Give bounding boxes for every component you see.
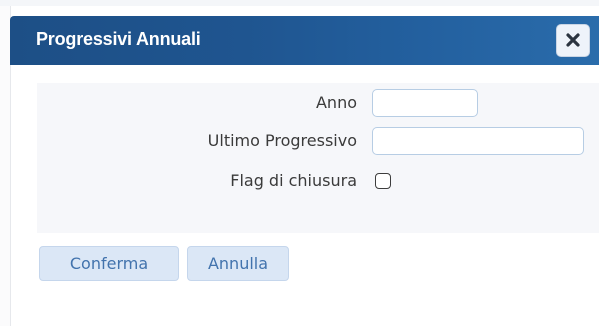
form-row-ultimo-progressivo: Ultimo Progressivo (37, 127, 599, 155)
screen: Progressivi Annuali Anno Ultimo Progress… (0, 0, 599, 326)
form-row-anno: Anno (37, 89, 599, 117)
form-row-flag-chiusura: Flag di chiusura (37, 167, 599, 195)
ultimo-progressivo-input[interactable] (372, 127, 584, 155)
anno-input[interactable] (372, 89, 478, 117)
dialog-titlebar: Progressivi Annuali (10, 16, 599, 65)
dialog-body: Anno Ultimo Progressivo Flag di chiusura… (11, 65, 599, 326)
confirm-button[interactable]: Conferma (39, 246, 179, 281)
close-button[interactable] (556, 24, 590, 57)
close-icon (566, 33, 580, 47)
cancel-button[interactable]: Annulla (187, 246, 289, 281)
anno-label: Anno (315, 93, 357, 112)
flag-chiusura-label: Flag di chiusura (230, 171, 357, 190)
top-strip (0, 0, 599, 6)
flag-chiusura-checkbox[interactable] (375, 173, 391, 189)
ultimo-progressivo-label: Ultimo Progressivo (207, 131, 357, 150)
dialog-title: Progressivi Annuali (36, 29, 201, 49)
form-panel: Anno Ultimo Progressivo Flag di chiusura (37, 83, 599, 233)
